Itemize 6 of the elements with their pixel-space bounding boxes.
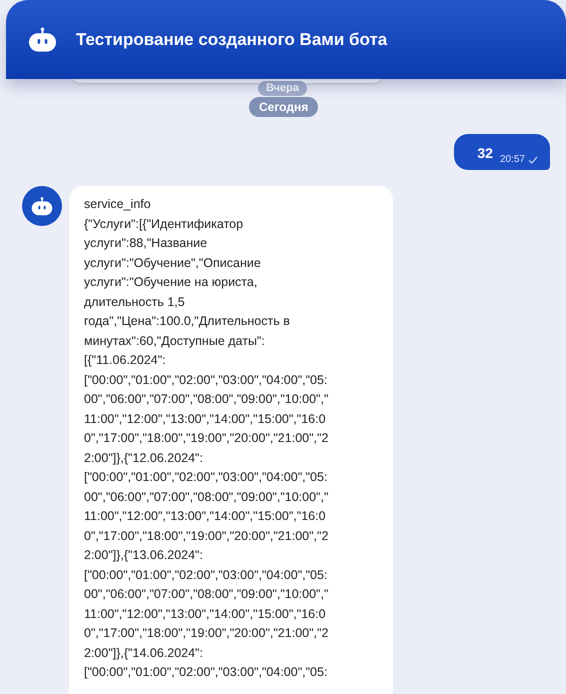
- message-text: service_info {"Услуги":[{"Идентификатор услуги":88,"Название услуги":"Обучение","Описание услуги":"Обучение на юриста, длительность 1,5 года","Цена":100.0,"Длительность в минутах":60,"Доступные даты": [{"11.06.2024": ["00:00","01:00","02:00","03:00","04:00","05: 00","06:00","07:00","08:00","09:00","10:00"," 11:00","12:00","13:00","14:00","15:00","16:0 0","17:00","18:00","19:00","20:00","21:00","2 2:00"]},{"12.06.2024": ["00:00","01:00","02:00","03:00","04:00","05: 00","06:00","07:00","08:00","09:00","10:00"," 11:00","12:00","13:00","14:00","15:00","16:0 0","17:00","18:00","19:00","20:00","21:00","2 2:00"]},{"13.06.2024": ["00:00","01:00","02:00","03:00","04:00","05: 00","06:00","07:00","08:00","09:00","10:00"," 11:00","12:00","13:00","14:00","15:00","16:0 0","17:00","18:00","19:00","20:00","21:00","2 2:00"]},{"14.06.2024": ["00:00","01:00","02:00","03:00","04:00","05:: [84, 196, 330, 681]
- message-time: 20:57: [500, 153, 525, 167]
- robot-icon: [31, 196, 53, 216]
- window-title: Тестирование созданного Вами бота: [76, 28, 388, 51]
- message-text: 32: [477, 144, 493, 163]
- robot-icon: [28, 26, 57, 52]
